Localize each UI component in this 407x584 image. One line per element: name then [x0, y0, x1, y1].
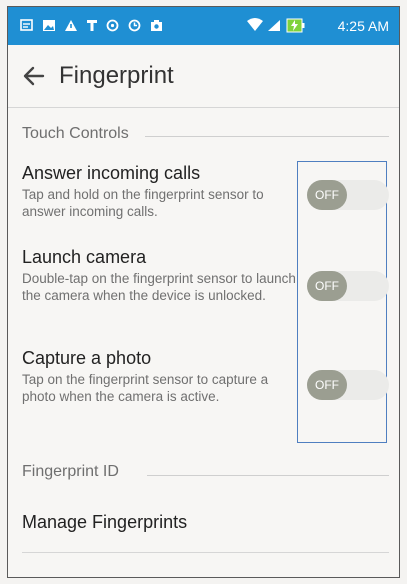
status-bar: 4:25 AM [8, 7, 399, 45]
wifi-icon [246, 17, 264, 31]
toggle-knob: OFF [307, 370, 347, 400]
status-time: 4:25 AM [337, 18, 389, 34]
setting-capture-photo[interactable]: Capture a photo Tap on the fingerprint s… [22, 347, 302, 405]
section-header-touch-controls: Touch Controls [22, 125, 129, 142]
sync-icon [106, 19, 119, 32]
arrow-left-icon[interactable] [21, 63, 47, 89]
alert-icon [64, 19, 78, 32]
setting-answer-incoming-calls[interactable]: Answer incoming calls Tap and hold on th… [22, 162, 302, 220]
setting-description: Double-tap on the fingerprint sensor to … [22, 271, 296, 303]
battery-charging-icon [286, 18, 305, 33]
toggle-launch-camera[interactable]: OFF [307, 271, 389, 301]
section-divider [145, 136, 389, 137]
camera-icon [150, 19, 163, 32]
app-bar: Fingerprint [8, 45, 399, 107]
toggle-answer-incoming-calls[interactable]: OFF [307, 180, 389, 210]
manage-fingerprints-item[interactable]: Manage Fingerprints [22, 512, 187, 533]
data-icon [86, 19, 98, 32]
signal-icon [267, 19, 281, 32]
message-icon [20, 19, 33, 32]
section-header-fingerprint-id: Fingerprint ID [22, 463, 119, 480]
list-divider [22, 552, 389, 553]
setting-launch-camera[interactable]: Launch camera Double-tap on the fingerpr… [22, 246, 302, 304]
sync-alt-icon [128, 19, 141, 32]
toggle-knob: OFF [307, 180, 347, 210]
page-title: Fingerprint [59, 62, 174, 89]
toggle-capture-photo[interactable]: OFF [307, 370, 389, 400]
setting-description: Tap and hold on the fingerprint sensor t… [22, 187, 264, 219]
setting-description: Tap on the fingerprint sensor to capture… [22, 372, 269, 404]
app-bar-divider [8, 107, 399, 108]
setting-title: Launch camera [22, 247, 147, 267]
setting-title: Answer incoming calls [22, 163, 201, 183]
phone-screen: 4:25 AM Fingerprint Touch Controls Answe… [7, 6, 400, 578]
gallery-icon [42, 19, 56, 32]
toggle-knob: OFF [307, 271, 347, 301]
section-divider [147, 475, 389, 476]
setting-title: Capture a photo [22, 348, 152, 368]
